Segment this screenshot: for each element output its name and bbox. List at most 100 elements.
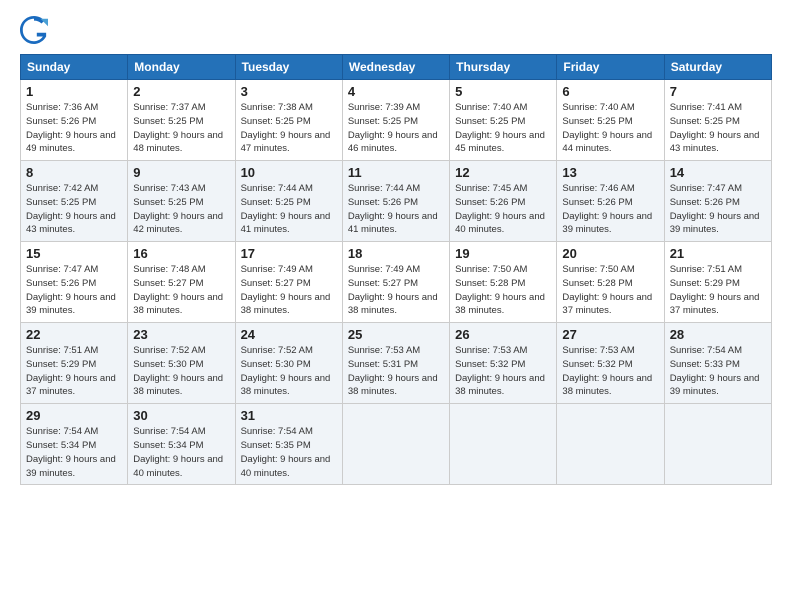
day-number: 28 <box>670 327 766 342</box>
day-number: 26 <box>455 327 551 342</box>
day-number: 14 <box>670 165 766 180</box>
day-info: Sunrise: 7:40 AMSunset: 5:25 PMDaylight:… <box>455 101 551 156</box>
day-number: 23 <box>133 327 229 342</box>
day-info: Sunrise: 7:50 AMSunset: 5:28 PMDaylight:… <box>562 263 658 318</box>
calendar-cell: 17 Sunrise: 7:49 AMSunset: 5:27 PMDayligh… <box>235 242 342 323</box>
calendar-week-1: 1Sunrise: 7:36 AMSunset: 5:26 PMDaylight… <box>21 80 772 161</box>
day-info: Sunrise: 7:44 AMSunset: 5:25 PMDaylight:… <box>241 182 337 237</box>
day-info: Sunrise: 7:49 AMSunset: 5:27 PMDaylight:… <box>348 263 444 318</box>
calendar-cell: 21 Sunrise: 7:51 AMSunset: 5:29 PMDayligh… <box>664 242 771 323</box>
column-header-wednesday: Wednesday <box>342 55 449 80</box>
day-info: Sunrise: 7:48 AMSunset: 5:27 PMDaylight:… <box>133 263 229 318</box>
day-info: Sunrise: 7:42 AMSunset: 5:25 PMDaylight:… <box>26 182 122 237</box>
calendar-cell: 2Sunrise: 7:37 AMSunset: 5:25 PMDaylight… <box>128 80 235 161</box>
calendar-cell: 6 Sunrise: 7:40 AMSunset: 5:25 PMDaylight… <box>557 80 664 161</box>
day-number: 15 <box>26 246 122 261</box>
day-info: Sunrise: 7:53 AMSunset: 5:31 PMDaylight:… <box>348 344 444 399</box>
day-number: 7 <box>670 84 766 99</box>
logo <box>20 16 52 44</box>
day-info: Sunrise: 7:54 AMSunset: 5:34 PMDaylight:… <box>26 425 122 480</box>
calendar-cell <box>450 404 557 485</box>
day-info: Sunrise: 7:46 AMSunset: 5:26 PMDaylight:… <box>562 182 658 237</box>
day-number: 31 <box>241 408 337 423</box>
day-number: 21 <box>670 246 766 261</box>
day-number: 25 <box>348 327 444 342</box>
calendar-cell <box>664 404 771 485</box>
day-number: 18 <box>348 246 444 261</box>
calendar-week-2: 8 Sunrise: 7:42 AMSunset: 5:25 PMDaylight… <box>21 161 772 242</box>
calendar-cell: 3 Sunrise: 7:38 AMSunset: 5:25 PMDaylight… <box>235 80 342 161</box>
day-info: Sunrise: 7:40 AMSunset: 5:25 PMDaylight:… <box>562 101 658 156</box>
day-number: 1 <box>26 84 122 99</box>
day-info: Sunrise: 7:51 AMSunset: 5:29 PMDaylight:… <box>26 344 122 399</box>
day-number: 6 <box>562 84 658 99</box>
day-number: 20 <box>562 246 658 261</box>
column-header-friday: Friday <box>557 55 664 80</box>
day-info: Sunrise: 7:54 AMSunset: 5:33 PMDaylight:… <box>670 344 766 399</box>
column-header-sunday: Sunday <box>21 55 128 80</box>
day-info: Sunrise: 7:45 AMSunset: 5:26 PMDaylight:… <box>455 182 551 237</box>
calendar-cell: 10 Sunrise: 7:44 AMSunset: 5:25 PMDayligh… <box>235 161 342 242</box>
day-number: 17 <box>241 246 337 261</box>
day-number: 3 <box>241 84 337 99</box>
day-number: 9 <box>133 165 229 180</box>
day-info: Sunrise: 7:41 AMSunset: 5:25 PMDaylight:… <box>670 101 766 156</box>
calendar-cell: 16 Sunrise: 7:48 AMSunset: 5:27 PMDayligh… <box>128 242 235 323</box>
column-header-tuesday: Tuesday <box>235 55 342 80</box>
calendar-cell: 4Sunrise: 7:39 AMSunset: 5:25 PMDaylight… <box>342 80 449 161</box>
day-info: Sunrise: 7:54 AMSunset: 5:34 PMDaylight:… <box>133 425 229 480</box>
calendar-cell: 8 Sunrise: 7:42 AMSunset: 5:25 PMDaylight… <box>21 161 128 242</box>
day-number: 4 <box>348 84 444 99</box>
day-info: Sunrise: 7:53 AMSunset: 5:32 PMDaylight:… <box>455 344 551 399</box>
calendar-cell: 12 Sunrise: 7:45 AMSunset: 5:26 PMDayligh… <box>450 161 557 242</box>
calendar-cell: 13 Sunrise: 7:46 AMSunset: 5:26 PMDayligh… <box>557 161 664 242</box>
day-number: 10 <box>241 165 337 180</box>
calendar-cell: 26 Sunrise: 7:53 AMSunset: 5:32 PMDayligh… <box>450 323 557 404</box>
page: SundayMondayTuesdayWednesdayThursdayFrid… <box>0 0 792 612</box>
day-info: Sunrise: 7:43 AMSunset: 5:25 PMDaylight:… <box>133 182 229 237</box>
calendar-header-row: SundayMondayTuesdayWednesdayThursdayFrid… <box>21 55 772 80</box>
column-header-thursday: Thursday <box>450 55 557 80</box>
calendar-table: SundayMondayTuesdayWednesdayThursdayFrid… <box>20 54 772 485</box>
calendar-cell: 15Sunrise: 7:47 AMSunset: 5:26 PMDayligh… <box>21 242 128 323</box>
calendar-cell: 18 Sunrise: 7:49 AMSunset: 5:27 PMDayligh… <box>342 242 449 323</box>
calendar-week-5: 29 Sunrise: 7:54 AMSunset: 5:34 PMDayligh… <box>21 404 772 485</box>
calendar-cell: 14 Sunrise: 7:47 AMSunset: 5:26 PMDayligh… <box>664 161 771 242</box>
day-info: Sunrise: 7:47 AMSunset: 5:26 PMDaylight:… <box>670 182 766 237</box>
header <box>20 16 772 44</box>
calendar-week-3: 15Sunrise: 7:47 AMSunset: 5:26 PMDayligh… <box>21 242 772 323</box>
calendar-cell: 9 Sunrise: 7:43 AMSunset: 5:25 PMDaylight… <box>128 161 235 242</box>
calendar-cell: 30 Sunrise: 7:54 AMSunset: 5:34 PMDayligh… <box>128 404 235 485</box>
day-number: 30 <box>133 408 229 423</box>
calendar-cell <box>557 404 664 485</box>
day-number: 22 <box>26 327 122 342</box>
day-info: Sunrise: 7:49 AMSunset: 5:27 PMDaylight:… <box>241 263 337 318</box>
calendar-cell: 22 Sunrise: 7:51 AMSunset: 5:29 PMDayligh… <box>21 323 128 404</box>
day-info: Sunrise: 7:37 AMSunset: 5:25 PMDaylight:… <box>133 101 229 156</box>
day-info: Sunrise: 7:52 AMSunset: 5:30 PMDaylight:… <box>241 344 337 399</box>
day-number: 5 <box>455 84 551 99</box>
calendar-cell: 1Sunrise: 7:36 AMSunset: 5:26 PMDaylight… <box>21 80 128 161</box>
day-info: Sunrise: 7:52 AMSunset: 5:30 PMDaylight:… <box>133 344 229 399</box>
day-number: 12 <box>455 165 551 180</box>
day-number: 19 <box>455 246 551 261</box>
day-info: Sunrise: 7:38 AMSunset: 5:25 PMDaylight:… <box>241 101 337 156</box>
day-number: 27 <box>562 327 658 342</box>
day-info: Sunrise: 7:44 AMSunset: 5:26 PMDaylight:… <box>348 182 444 237</box>
day-number: 8 <box>26 165 122 180</box>
day-number: 29 <box>26 408 122 423</box>
calendar-cell: 5 Sunrise: 7:40 AMSunset: 5:25 PMDaylight… <box>450 80 557 161</box>
calendar-cell: 11 Sunrise: 7:44 AMSunset: 5:26 PMDayligh… <box>342 161 449 242</box>
column-header-monday: Monday <box>128 55 235 80</box>
calendar-cell: 29 Sunrise: 7:54 AMSunset: 5:34 PMDayligh… <box>21 404 128 485</box>
day-number: 13 <box>562 165 658 180</box>
calendar-cell: 27Sunrise: 7:53 AMSunset: 5:32 PMDayligh… <box>557 323 664 404</box>
calendar-cell: 7 Sunrise: 7:41 AMSunset: 5:25 PMDaylight… <box>664 80 771 161</box>
day-info: Sunrise: 7:51 AMSunset: 5:29 PMDaylight:… <box>670 263 766 318</box>
logo-icon <box>20 16 48 44</box>
day-info: Sunrise: 7:54 AMSunset: 5:35 PMDaylight:… <box>241 425 337 480</box>
calendar-cell <box>342 404 449 485</box>
day-number: 11 <box>348 165 444 180</box>
calendar-cell: 24Sunrise: 7:52 AMSunset: 5:30 PMDayligh… <box>235 323 342 404</box>
day-number: 16 <box>133 246 229 261</box>
